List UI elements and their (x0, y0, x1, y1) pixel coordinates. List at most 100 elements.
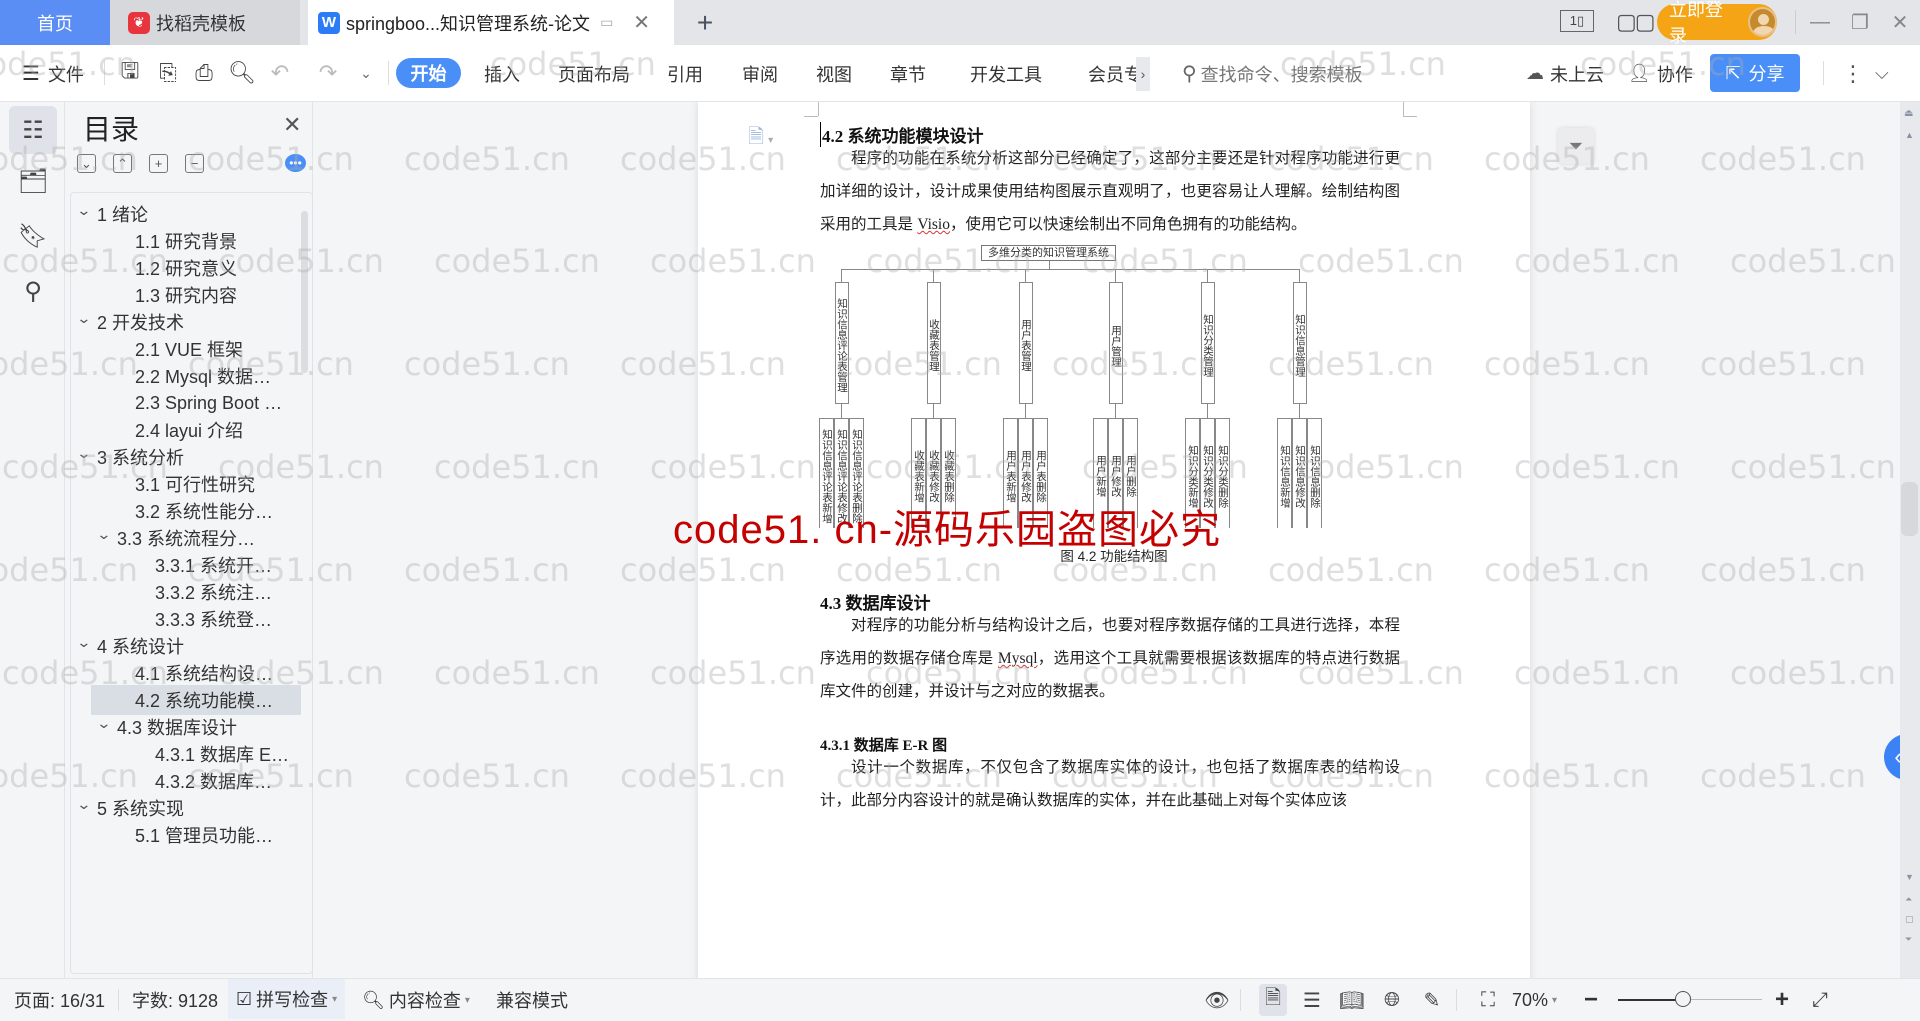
tab-daoke-templates[interactable]: ❦ 找稻壳模板 (110, 0, 300, 45)
menu-references[interactable]: 引用 (667, 45, 703, 102)
share-button[interactable]: ⇱ 分享 (1710, 54, 1800, 92)
close-tab-icon[interactable]: ✕ (633, 10, 650, 35)
bookmark-icon[interactable]: 🔖︎ (9, 212, 57, 260)
toc-item[interactable]: 1.1 研究背景 (71, 226, 301, 256)
search-icon[interactable]: ⚲ (9, 267, 57, 315)
toc-scrollbar[interactable] (301, 211, 308, 373)
scroll-top-icon[interactable]: ⏏ (1904, 108, 1913, 119)
minimize-button[interactable]: — (1798, 0, 1842, 45)
toc-item[interactable]: ⌄ 4.3 数据库设计 (71, 712, 301, 742)
chevron-up-icon[interactable]: ⌃ (113, 154, 132, 173)
close-icon[interactable]: ✕ (283, 112, 301, 138)
file-menu[interactable]: ☰ 文件 (22, 45, 84, 102)
menu-scroll-right-icon[interactable]: › (1136, 57, 1150, 91)
restore-button[interactable]: ❐ (1838, 0, 1882, 45)
chevron-down-icon[interactable]: ⌄ (76, 634, 99, 651)
zoom-out-button[interactable]: − (1584, 979, 1598, 1021)
more-dropdown-icon[interactable]: ⌄ (352, 59, 380, 87)
spellcheck-word[interactable]: Mysql (998, 650, 1038, 667)
login-button[interactable]: 立即登录 (1657, 0, 1777, 46)
menu-view[interactable]: 视图 (816, 45, 852, 102)
toc-item[interactable]: ⌄ 3.3 系统流程分… (71, 523, 301, 553)
chevron-down-icon[interactable]: ⌄ (76, 310, 99, 327)
zoom-level-dropdown[interactable]: 70% ▾ (1512, 979, 1557, 1021)
collapse-all-icon[interactable]: − (185, 154, 204, 173)
spellcheck-word[interactable]: Visio (917, 216, 950, 233)
collapse-ribbon-icon[interactable]: ⌵ (1875, 45, 1889, 102)
collaborate-button[interactable]: 👤︎ 协作 (1628, 45, 1693, 102)
print-icon[interactable]: ⎙ (190, 59, 218, 87)
next-page-icon[interactable]: ⏷ (1905, 934, 1912, 945)
chevron-down-icon[interactable]: ⌄ (76, 796, 99, 813)
toc-item[interactable]: 3.3.2 系统注… (71, 577, 301, 607)
toc-item[interactable]: 2.2 Mysql 数据… (71, 361, 301, 391)
toc-item[interactable]: 4.3.2 数据库… (71, 766, 301, 796)
vertical-scrollbar[interactable]: ⏏ ▲ ▼ ⏶ ▢ ⏷ (1900, 102, 1920, 978)
spell-check-button[interactable]: ☑ 拼写检查 ▾ (228, 979, 346, 1019)
menu-start[interactable]: 开始 (396, 58, 461, 88)
reading-mode-icon[interactable]: 📖︎ (1338, 987, 1366, 1013)
toc-panel-icon[interactable]: ☷ (9, 106, 57, 154)
apps-grid-icon[interactable]: ▢▢ (1616, 9, 1656, 35)
menu-review[interactable]: 审阅 (742, 45, 778, 102)
chevron-down-icon[interactable]: ⌄ (76, 202, 99, 219)
export-pdf-icon[interactable]: ⎘ (154, 59, 182, 87)
tab-document[interactable]: W springboo...知识管理系统-论文 ▭ ✕ (308, 0, 674, 45)
menu-insert[interactable]: 插入 (484, 45, 520, 102)
toc-item[interactable]: 3.3.1 系统开… (71, 550, 301, 580)
scroll-down-icon[interactable]: ▼ (1905, 872, 1914, 882)
command-search[interactable]: ⚲ 查找命令、搜索模板 (1182, 45, 1363, 102)
close-window-button[interactable]: ✕ (1878, 0, 1920, 45)
zoom-slider-track[interactable] (1618, 991, 1762, 1007)
toc-item[interactable]: ⌄ 4 系统设计 (71, 631, 301, 661)
toc-item[interactable]: 1.2 研究意义 (71, 253, 301, 283)
toc-item[interactable]: 4.1 系统结构设… (71, 658, 301, 688)
select-browse-icon[interactable]: ▢ (1905, 914, 1914, 925)
fullscreen-icon[interactable]: ⤢ (1806, 987, 1834, 1013)
toc-item[interactable]: ⌄ 5 系统实现 (71, 793, 301, 823)
expand-all-icon[interactable]: + (149, 154, 168, 173)
chevron-down-icon[interactable]: ⌄ (77, 154, 96, 173)
scroll-thumb[interactable] (1901, 482, 1918, 536)
menu-developer[interactable]: 开发工具 (970, 45, 1042, 102)
web-layout-icon[interactable]: 🌐︎ (1378, 987, 1406, 1013)
toc-item[interactable]: 1.3 研究内容 (71, 280, 301, 310)
zoom-in-button[interactable]: + (1775, 979, 1789, 1021)
chevron-down-icon[interactable]: ⌄ (76, 445, 99, 462)
toc-item[interactable]: 3.1 可行性研究 (71, 469, 301, 499)
redo-icon[interactable]: ↷ (314, 59, 342, 87)
toc-item[interactable]: ⌄ 2 开发技术 (71, 307, 301, 337)
page-view-icon[interactable]: 🗎︎ (1259, 984, 1287, 1016)
toc-item[interactable]: 2.3 Spring Boot … (71, 388, 301, 418)
content-check-button[interactable]: 🔍︎ 内容检查 ▾ (362, 979, 470, 1021)
print-preview-icon[interactable]: 🔍︎ (228, 59, 256, 87)
paragraph-format-icon[interactable]: 🗎︎ ▾ (748, 122, 773, 156)
scroll-up-icon[interactable]: ▲ (1905, 130, 1914, 140)
filter-toggle-icon[interactable]: ⏷ (1558, 128, 1594, 164)
new-tab-button[interactable]: + (690, 0, 720, 45)
toc-item[interactable]: ⌄ 3 系统分析 (71, 442, 301, 472)
fit-page-icon[interactable]: ⛶ (1474, 987, 1502, 1013)
toc-item[interactable]: 3.2 系统性能分… (71, 496, 301, 526)
eye-protection-icon[interactable]: 👁︎ (1203, 987, 1231, 1013)
more-icon[interactable]: ••• (285, 154, 306, 172)
page-view-icon[interactable]: 1▯ (1560, 10, 1594, 32)
toc-item[interactable]: 2.1 VUE 框架 (71, 334, 301, 364)
chevron-down-icon[interactable]: ⌄ (96, 715, 119, 732)
toc-item[interactable]: 4.2 系统功能模… (91, 685, 301, 715)
prev-page-icon[interactable]: ⏶ (1905, 894, 1912, 905)
tab-home[interactable]: 首页 (0, 0, 110, 45)
toc-item[interactable]: ⌄ 1 绪论 (71, 199, 301, 229)
cloud-status-button[interactable]: ☁ 未上云 (1526, 45, 1604, 102)
nav-pane-icon[interactable]: 🗂︎ (9, 157, 57, 205)
menu-chapter[interactable]: 章节 (890, 45, 926, 102)
save-icon[interactable]: 🖫 (116, 58, 144, 87)
toc-item[interactable]: 4.3.1 数据库 E… (71, 739, 301, 769)
menu-page-layout[interactable]: 页面布局 (558, 45, 630, 102)
zoom-slider-handle[interactable] (1674, 991, 1691, 1007)
write-mode-icon[interactable]: ✎ (1418, 987, 1446, 1013)
word-count[interactable]: 字数: 9128 (132, 979, 218, 1021)
outline-view-icon[interactable]: ☰ (1298, 987, 1326, 1013)
expand-side-panel-button[interactable]: ‹ (1884, 734, 1900, 780)
toc-item[interactable]: 5.1 管理员功能… (71, 820, 301, 850)
